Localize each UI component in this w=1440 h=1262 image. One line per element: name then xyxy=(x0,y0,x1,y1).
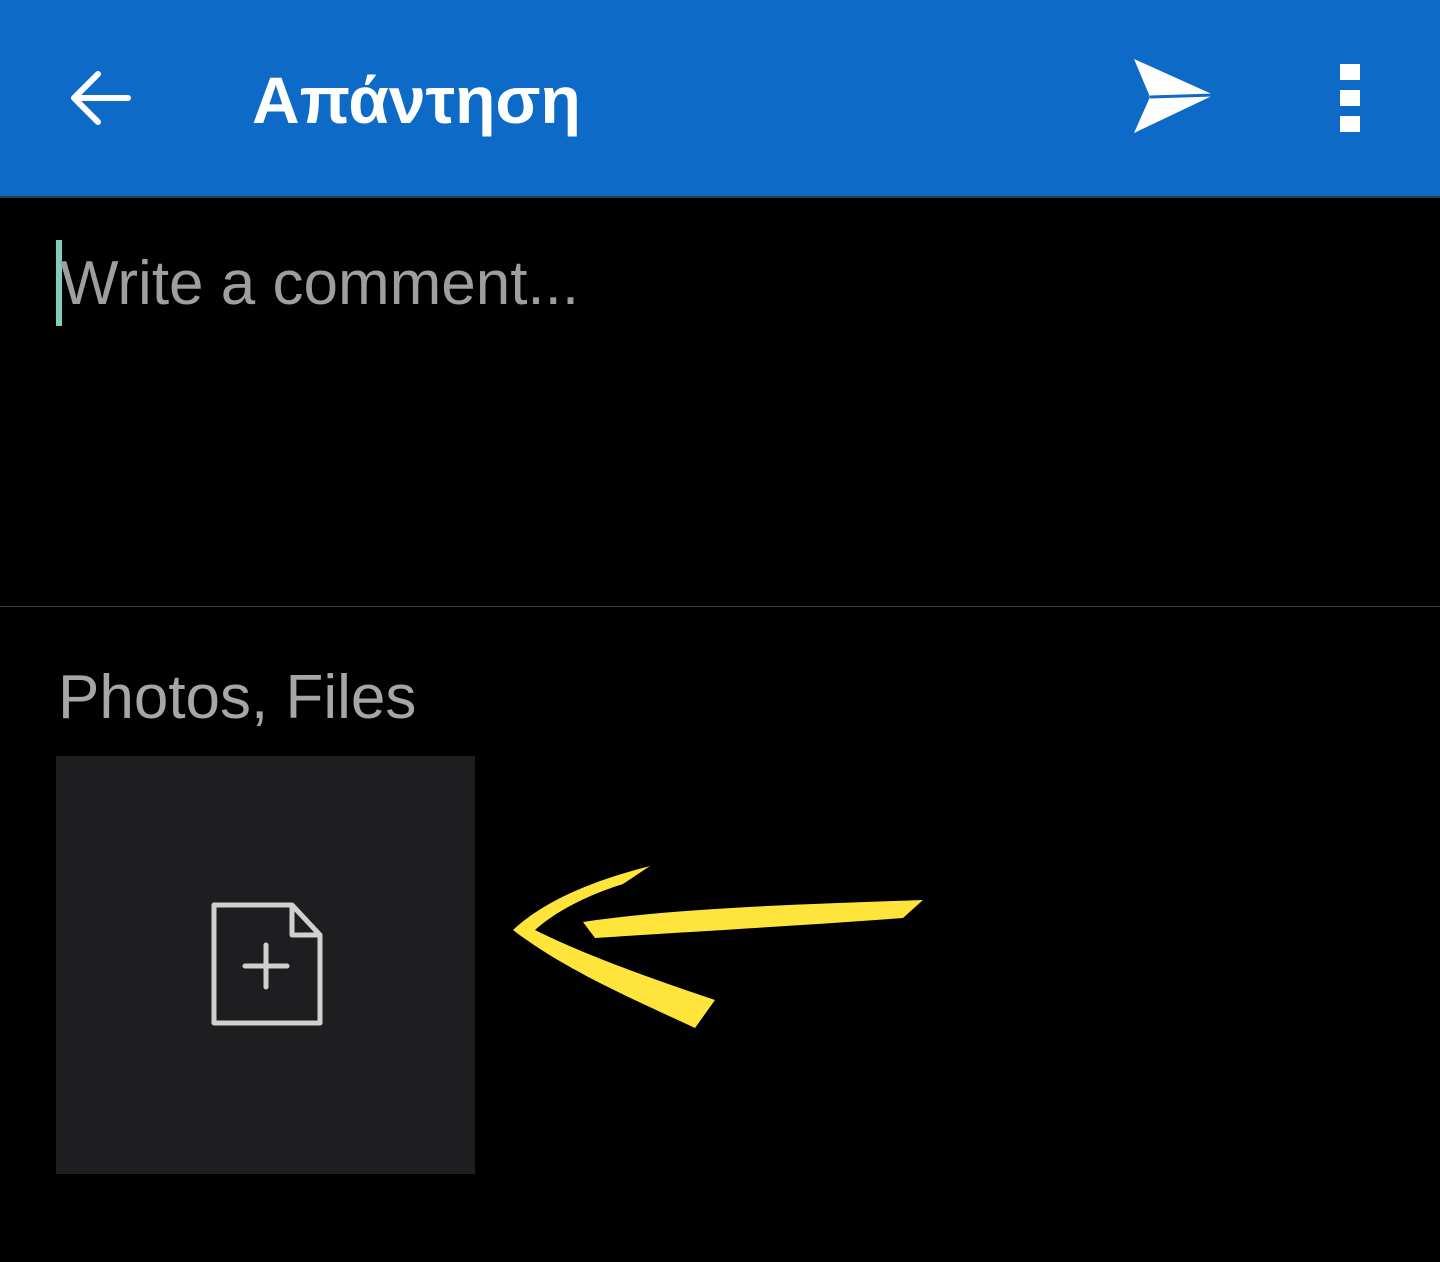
page-title: Απάντηση xyxy=(252,63,581,137)
file-add-icon xyxy=(211,902,322,1026)
app-bar: Απάντηση xyxy=(0,0,1440,198)
send-button[interactable] xyxy=(1118,48,1228,148)
more-vertical-icon xyxy=(1340,64,1360,132)
back-button[interactable] xyxy=(50,48,150,148)
reply-screen: Απάντηση Photos, Files xyxy=(0,0,1440,1262)
send-icon xyxy=(1134,59,1215,133)
more-options-button[interactable] xyxy=(1300,48,1400,148)
arrow-left-icon xyxy=(71,71,131,125)
attachments-label: Photos, Files xyxy=(58,663,417,732)
hand-drawn-arrow-icon xyxy=(513,866,923,1028)
comment-area xyxy=(0,198,1440,607)
comment-input[interactable] xyxy=(56,238,1390,328)
add-attachment-button[interactable] xyxy=(56,756,475,1174)
